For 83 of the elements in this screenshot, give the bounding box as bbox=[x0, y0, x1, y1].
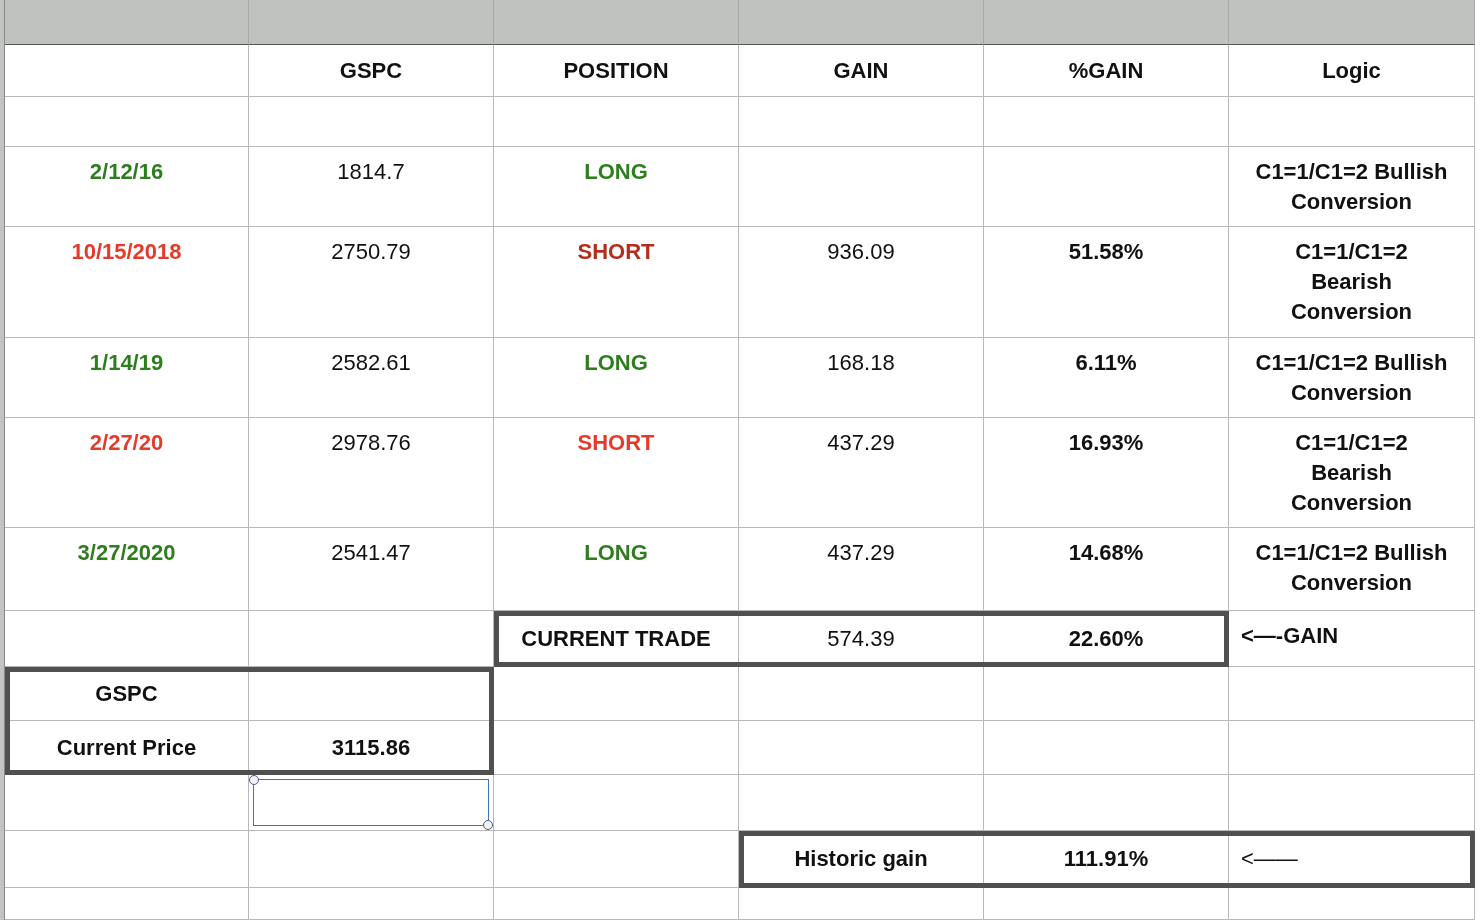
position-cell[interactable]: LONG bbox=[494, 147, 739, 227]
gain-cell[interactable]: 437.29 bbox=[739, 418, 984, 528]
empty-cell[interactable] bbox=[984, 775, 1229, 831]
empty-cell[interactable] bbox=[984, 667, 1229, 721]
current-price-value[interactable]: 3115.86 bbox=[249, 721, 494, 775]
percent-gain-cell[interactable]: 16.93% bbox=[984, 418, 1229, 528]
date-cell[interactable]: 3/27/2020 bbox=[5, 528, 249, 611]
empty-cell[interactable] bbox=[1229, 888, 1475, 920]
column-heading[interactable]: GAIN bbox=[739, 45, 984, 97]
empty-cell[interactable] bbox=[494, 888, 739, 920]
empty-cell[interactable] bbox=[5, 45, 249, 97]
empty-cell[interactable] bbox=[1229, 97, 1475, 147]
arrow-note[interactable]: <—-GAIN bbox=[1229, 611, 1475, 667]
empty-cell[interactable] bbox=[984, 97, 1229, 147]
empty-cell[interactable] bbox=[494, 97, 739, 147]
empty-cell[interactable] bbox=[739, 147, 984, 227]
price-cell[interactable]: 2582.61 bbox=[249, 338, 494, 418]
current-price-label[interactable]: Current Price bbox=[5, 721, 249, 775]
date-cell[interactable]: 10/15/2018 bbox=[5, 227, 249, 338]
logic-cell[interactable]: C1=1/C1=2 Bullish Conversion bbox=[1229, 338, 1475, 418]
empty-cell[interactable] bbox=[5, 888, 249, 920]
empty-cell[interactable] bbox=[249, 97, 494, 147]
empty-cell[interactable] bbox=[5, 97, 249, 147]
empty-cell[interactable] bbox=[494, 831, 739, 888]
gain-cell[interactable]: 437.29 bbox=[739, 528, 984, 611]
column-heading[interactable]: Logic bbox=[1229, 45, 1475, 97]
date-cell[interactable]: 2/12/16 bbox=[5, 147, 249, 227]
empty-cell[interactable] bbox=[984, 721, 1229, 775]
empty-cell[interactable] bbox=[984, 888, 1229, 920]
empty-cell[interactable] bbox=[494, 775, 739, 831]
date-cell[interactable]: 2/27/20 bbox=[5, 418, 249, 528]
price-cell[interactable]: 1814.7 bbox=[249, 147, 494, 227]
empty-cell[interactable] bbox=[494, 721, 739, 775]
empty-cell[interactable] bbox=[984, 147, 1229, 227]
price-box-title[interactable]: GSPC bbox=[5, 667, 249, 721]
logic-cell[interactable]: C1=1/C1=2 Bullish Conversion bbox=[1229, 528, 1475, 611]
percent-gain-cell[interactable]: 14.68% bbox=[984, 528, 1229, 611]
empty-cell[interactable] bbox=[1229, 721, 1475, 775]
empty-cell[interactable] bbox=[739, 721, 984, 775]
percent-gain-cell[interactable]: 6.11% bbox=[984, 338, 1229, 418]
position-cell[interactable]: LONG bbox=[494, 528, 739, 611]
price-cell[interactable]: 2750.79 bbox=[249, 227, 494, 338]
column-header[interactable] bbox=[1229, 0, 1475, 45]
column-heading[interactable]: GSPC bbox=[249, 45, 494, 97]
date-cell[interactable]: 1/14/19 bbox=[5, 338, 249, 418]
price-cell[interactable]: 2978.76 bbox=[249, 418, 494, 528]
empty-cell[interactable] bbox=[5, 611, 249, 667]
percent-gain-cell[interactable]: 22.60% bbox=[984, 611, 1229, 667]
empty-cell[interactable] bbox=[5, 775, 249, 831]
percent-gain-cell[interactable]: 51.58% bbox=[984, 227, 1229, 338]
column-heading[interactable]: %GAIN bbox=[984, 45, 1229, 97]
column-heading[interactable]: POSITION bbox=[494, 45, 739, 97]
selected-cell[interactable] bbox=[249, 775, 494, 831]
position-cell[interactable]: SHORT bbox=[494, 418, 739, 528]
empty-cell[interactable] bbox=[739, 97, 984, 147]
column-header[interactable] bbox=[249, 0, 494, 45]
gain-cell[interactable]: 168.18 bbox=[739, 338, 984, 418]
logic-cell[interactable]: C1=1/C1=2 Bullish Conversion bbox=[1229, 147, 1475, 227]
empty-cell[interactable] bbox=[494, 667, 739, 721]
position-cell[interactable]: LONG bbox=[494, 338, 739, 418]
empty-cell[interactable] bbox=[249, 611, 494, 667]
empty-cell[interactable] bbox=[1229, 667, 1475, 721]
price-cell[interactable]: 2541.47 bbox=[249, 528, 494, 611]
empty-cell[interactable] bbox=[739, 775, 984, 831]
column-header[interactable] bbox=[739, 0, 984, 45]
historic-gain-label[interactable]: Historic gain bbox=[739, 831, 984, 888]
column-header[interactable] bbox=[984, 0, 1229, 45]
position-cell[interactable]: SHORT bbox=[494, 227, 739, 338]
column-header[interactable] bbox=[494, 0, 739, 45]
current-trade-label[interactable]: CURRENT TRADE bbox=[494, 611, 739, 667]
empty-cell[interactable] bbox=[5, 831, 249, 888]
logic-cell[interactable]: C1=1/C1=2 Bearish Conversion bbox=[1229, 227, 1475, 338]
empty-cell[interactable] bbox=[249, 831, 494, 888]
column-header[interactable] bbox=[5, 0, 249, 45]
gain-cell[interactable]: 936.09 bbox=[739, 227, 984, 338]
empty-cell[interactable] bbox=[739, 888, 984, 920]
gain-cell[interactable]: 574.39 bbox=[739, 611, 984, 667]
historic-gain-value[interactable]: 111.91% bbox=[984, 831, 1229, 888]
empty-cell[interactable] bbox=[1229, 775, 1475, 831]
empty-cell[interactable] bbox=[739, 667, 984, 721]
logic-cell[interactable]: C1=1/C1=2 Bearish Conversion bbox=[1229, 418, 1475, 528]
empty-cell[interactable] bbox=[249, 888, 494, 920]
arrow-note[interactable]: <—— bbox=[1229, 831, 1475, 888]
